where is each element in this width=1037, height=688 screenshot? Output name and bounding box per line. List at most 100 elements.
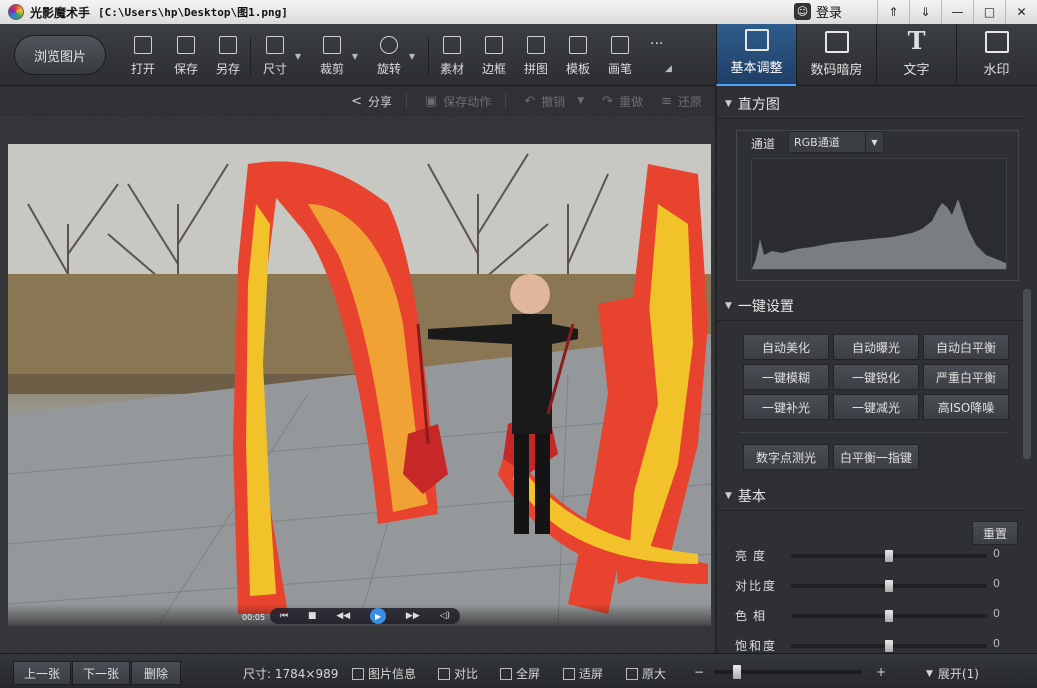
collage-label: 拼图 <box>524 62 549 76</box>
open-button[interactable]: 打开 <box>131 36 155 78</box>
delete-image-button[interactable]: 删除 <box>131 661 181 685</box>
player-play-icon[interactable]: ▶ <box>370 608 387 624</box>
expand-label: 展开(1) <box>937 667 979 681</box>
tab-text[interactable]: T 文字 <box>876 24 956 86</box>
hue-slider-row: 色相 0 <box>735 605 1020 625</box>
info-icon <box>352 667 364 680</box>
compare-icon <box>438 667 450 680</box>
player-volume-icon[interactable]: ◁) <box>440 611 450 621</box>
panel-scrollbar[interactable] <box>1023 289 1031 459</box>
more-tools-button[interactable]: ··· <box>650 36 663 78</box>
tab-darkroom[interactable]: 数码暗房 <box>796 24 876 86</box>
resize-dropdown-icon[interactable]: ▼ <box>295 52 301 61</box>
zoom-out-button[interactable]: − <box>694 665 704 679</box>
histogram-section-header[interactable]: ▼ 直方图 <box>717 89 1027 119</box>
original-size-icon <box>626 667 638 680</box>
undo-dropdown-icon[interactable]: ▼ <box>577 96 584 106</box>
border-button[interactable]: 边框 <box>482 36 506 78</box>
contrast-slider[interactable] <box>791 580 987 592</box>
player-forward-icon[interactable]: ▶▶ <box>406 611 420 621</box>
crop-button[interactable]: 裁剪 ▼ <box>320 36 358 78</box>
auto-exposure-button[interactable]: 自动曝光 <box>833 334 919 360</box>
image-info-button[interactable]: 图片信息 <box>352 665 416 682</box>
rotate-dropdown-icon[interactable]: ▼ <box>409 52 415 61</box>
saturation-label: 饱和度 <box>735 639 778 653</box>
close-button[interactable]: ✕ <box>1005 0 1037 24</box>
redo-button[interactable]: ↷ 重做 <box>602 93 643 110</box>
crop-dropdown-icon[interactable]: ▼ <box>352 52 358 61</box>
tab-watermark[interactable]: 水印 <box>956 24 1036 86</box>
undo-button[interactable]: ↶ 撤销 ▼ <box>524 93 584 110</box>
hue-slider-thumb[interactable] <box>885 610 893 622</box>
brightness-slider-thumb[interactable] <box>885 550 893 562</box>
login-button[interactable]: ☺ 登录 <box>794 2 842 21</box>
zoom-slider-thumb[interactable] <box>733 665 741 679</box>
share-label: 分享 <box>367 94 392 109</box>
next-image-button[interactable]: 下一张 <box>72 661 130 685</box>
player-time: 00:05 <box>242 613 266 622</box>
collapse-icon: ▼ <box>725 300 732 311</box>
original-size-label: 原大 <box>642 667 667 681</box>
toolbar-divider <box>250 38 251 76</box>
fit-screen-button[interactable]: 适屏 <box>563 665 603 682</box>
reset-button[interactable]: 重置 <box>972 521 1018 545</box>
app-logo-icon <box>8 4 24 20</box>
save-as-button[interactable]: 另存 <box>216 36 240 78</box>
fill-light-button[interactable]: 一键补光 <box>743 394 829 420</box>
player-stop-icon[interactable]: ■ <box>308 611 317 621</box>
player-rewind-icon[interactable]: ◀◀ <box>336 611 350 621</box>
minimize-button[interactable]: — <box>941 0 973 24</box>
save-button[interactable]: 保存 <box>174 36 198 78</box>
compare-button[interactable]: 对比 <box>438 665 478 682</box>
darkroom-icon <box>824 31 849 53</box>
one-click-sharpen-button[interactable]: 一键锐化 <box>833 364 919 390</box>
saturation-slider-thumb[interactable] <box>885 640 893 652</box>
brush-button[interactable]: 画笔 <box>608 36 632 78</box>
tab-basic-adjust[interactable]: 基本调整 <box>716 24 796 86</box>
one-click-blur-button[interactable]: 一键模糊 <box>743 364 829 390</box>
zoom-in-button[interactable]: + <box>876 665 886 679</box>
saturation-slider[interactable] <box>791 640 987 652</box>
restore-button[interactable]: ≡ 还原 <box>661 93 702 110</box>
zoom-slider[interactable] <box>714 665 862 679</box>
photo[interactable]: 00:05 ⏮ ■ ◀◀ ▶ ▶▶ ◁) <box>8 144 711 626</box>
resize-button[interactable]: 尺寸 ▼ <box>263 36 301 78</box>
template-button[interactable]: 模板 <box>566 36 590 78</box>
browse-images-button[interactable]: 浏览图片 <box>14 35 106 75</box>
severe-white-balance-button[interactable]: 严重白平衡 <box>923 364 1009 390</box>
tab-watermark-label: 水印 <box>983 63 1010 78</box>
hue-slider[interactable] <box>791 610 987 622</box>
compare-label: 对比 <box>454 667 479 681</box>
player-prev-icon[interactable]: ⏮ <box>280 611 288 621</box>
share-button[interactable]: < 分享 <box>351 93 392 110</box>
rotate-button[interactable]: 旋转 ▼ <box>377 36 415 78</box>
maximize-button[interactable]: □ <box>973 0 1005 24</box>
expand-button[interactable]: ▼ 展开(1) <box>926 665 979 682</box>
fullscreen-button[interactable]: 全屏 <box>500 665 540 682</box>
basic-section-header[interactable]: ▼ 基本 <box>717 481 1027 511</box>
brightness-value: 0 <box>993 547 1000 560</box>
basic-title: 基本 <box>737 488 766 505</box>
spot-metering-button[interactable]: 数字点测光 <box>743 444 829 470</box>
brightness-slider[interactable] <box>791 550 987 562</box>
prev-image-button[interactable]: 上一张 <box>13 661 71 685</box>
brightness-slider-row: 亮度 0 <box>735 545 1020 565</box>
save-action-button[interactable]: ▣ 保存动作 <box>425 93 491 110</box>
redo-icon: ↷ <box>602 93 614 109</box>
skin-down-button[interactable]: ⇓ <box>909 0 941 24</box>
original-size-button[interactable]: 原大 <box>626 665 666 682</box>
window-controls: ⇑ ⇓ — □ ✕ <box>877 0 1037 24</box>
contrast-slider-thumb[interactable] <box>885 580 893 592</box>
reduce-light-button[interactable]: 一键减光 <box>833 394 919 420</box>
one-click-section-header[interactable]: ▼ 一键设置 <box>717 291 1027 321</box>
high-iso-denoise-button[interactable]: 高ISO降噪 <box>923 394 1009 420</box>
collage-button[interactable]: 拼图 <box>524 36 548 78</box>
channel-select[interactable]: RGB通道 ▼ <box>788 131 884 153</box>
one-touch-white-balance-button[interactable]: 白平衡一指键 <box>833 444 919 470</box>
material-button[interactable]: 素材 <box>440 36 464 78</box>
auto-white-balance-button[interactable]: 自动白平衡 <box>923 334 1009 360</box>
share-icon: < <box>351 93 362 109</box>
skin-up-button[interactable]: ⇑ <box>877 0 909 24</box>
hue-label: 色相 <box>735 609 772 623</box>
auto-beautify-button[interactable]: 自动美化 <box>743 334 829 360</box>
